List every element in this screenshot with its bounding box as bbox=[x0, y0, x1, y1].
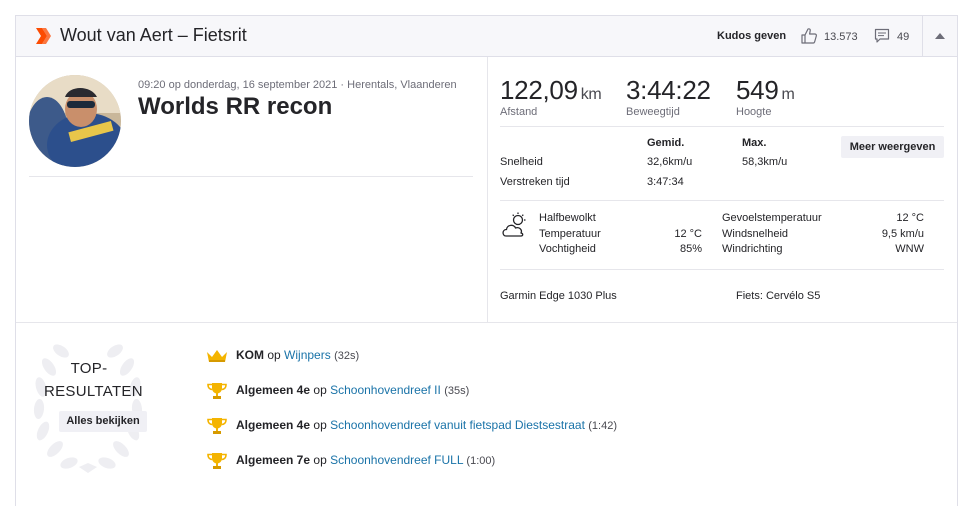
divider bbox=[500, 126, 944, 127]
result-connector: op bbox=[313, 453, 327, 468]
humidity-value: 85% bbox=[679, 243, 702, 255]
result-time: (1:00) bbox=[466, 455, 496, 468]
distance-unit: km bbox=[580, 86, 602, 103]
moving-time-stat: 3:44:22 bbox=[626, 75, 711, 106]
device-name: Garmin Edge 1030 Plus bbox=[500, 290, 617, 302]
result-row: KOM op Wijnpers (32s) bbox=[206, 348, 359, 363]
wind-direction-value: WNW bbox=[895, 243, 924, 255]
comment-icon[interactable] bbox=[874, 28, 890, 44]
top-results-title-line1: TOP- bbox=[70, 360, 108, 377]
thumbs-up-icon[interactable] bbox=[800, 27, 818, 45]
humidity-label: Vochtigheid bbox=[539, 243, 596, 255]
speed-max: 58,3km/u bbox=[742, 156, 788, 168]
result-row: Algemeen 7e op Schoonhovendreef FULL (1:… bbox=[206, 452, 495, 470]
wind-direction-label: Windrichting bbox=[722, 243, 783, 255]
trophy-icon bbox=[207, 453, 227, 469]
wind-speed-label: Windsnelheid bbox=[722, 228, 789, 240]
avg-column-header: Gemid. bbox=[647, 137, 685, 149]
result-time: (1:42) bbox=[588, 420, 618, 433]
elevation-value: 549 bbox=[736, 75, 779, 105]
header-title: Wout van Aert – Fietsrit bbox=[60, 25, 247, 45]
temperature-label: Temperatuur bbox=[539, 228, 601, 240]
result-connector: op bbox=[313, 418, 327, 433]
distance-value: 122,09 bbox=[500, 75, 578, 105]
activity-card: Wout van Aert – Fietsrit Kudos geven 13.… bbox=[15, 15, 958, 506]
distance-stat: 122,09 km bbox=[500, 75, 602, 106]
feels-like-label: Gevoelstemperatuur bbox=[722, 212, 822, 224]
weather-condition: Halfbewolkt bbox=[539, 212, 596, 224]
strava-chevron-icon bbox=[36, 28, 51, 44]
elapsed-time-label: Verstreken tijd bbox=[500, 176, 570, 188]
crown-icon bbox=[207, 349, 227, 362]
segment-link[interactable]: Schoonhovendreef II bbox=[330, 383, 441, 397]
kudos-count[interactable]: 13.573 bbox=[824, 31, 858, 43]
caret-up-icon bbox=[935, 33, 945, 39]
feels-like-value: 12 °C bbox=[896, 212, 924, 224]
show-more-button[interactable]: Meer weergeven bbox=[841, 136, 944, 158]
divider bbox=[16, 322, 957, 323]
top-results-title: TOP- RESULTATEN bbox=[44, 357, 143, 403]
distance-label: Afstand bbox=[500, 106, 538, 118]
wind-speed-value: 9,5 km/u bbox=[881, 228, 924, 240]
elapsed-time-value: 3:47:34 bbox=[647, 176, 684, 188]
athlete-avatar[interactable] bbox=[29, 75, 121, 167]
divider bbox=[500, 269, 944, 270]
divider bbox=[500, 200, 944, 201]
result-row: Algemeen 4e op Schoonhovendreef II (35s) bbox=[206, 382, 469, 400]
elevation-unit: m bbox=[781, 86, 795, 103]
result-achievement: Algemeen 4e bbox=[236, 418, 311, 433]
comment-count[interactable]: 49 bbox=[897, 31, 909, 43]
result-connector: op bbox=[313, 383, 327, 398]
result-achievement: Algemeen 7e bbox=[236, 453, 311, 468]
activity-title[interactable]: Worlds RR recon bbox=[138, 93, 332, 121]
elevation-label: Hoogte bbox=[736, 106, 772, 118]
speed-label: Snelheid bbox=[500, 156, 543, 168]
divider bbox=[29, 176, 473, 177]
activity-meta: 09:20 op donderdag, 16 september 2021 · … bbox=[138, 79, 457, 91]
athlete-photo bbox=[29, 75, 121, 167]
elevation-stat: 549 m bbox=[736, 75, 795, 106]
result-connector: op bbox=[267, 348, 281, 362]
result-time: (35s) bbox=[444, 385, 470, 398]
bike-name[interactable]: Fiets: Cervélo S5 bbox=[736, 290, 820, 302]
result-achievement: Algemeen 4e bbox=[236, 383, 311, 398]
trophy-icon bbox=[207, 383, 227, 399]
moving-time-value: 3:44:22 bbox=[626, 75, 711, 105]
result-row: Algemeen 4e op Schoonhovendreef vanuit f… bbox=[206, 417, 617, 435]
trophy-icon bbox=[207, 418, 227, 434]
result-achievement: KOM bbox=[236, 348, 264, 362]
view-all-results-button[interactable]: Alles bekijken bbox=[59, 411, 147, 432]
temperature-value: 12 °C bbox=[674, 228, 702, 240]
moving-time-label: Beweegtijd bbox=[626, 106, 680, 118]
max-column-header: Max. bbox=[742, 137, 767, 149]
result-time: (32s) bbox=[334, 350, 360, 362]
activity-header: Wout van Aert – Fietsrit Kudos geven 13.… bbox=[16, 16, 957, 57]
speed-avg: 32,6km/u bbox=[647, 156, 693, 168]
segment-link[interactable]: Wijnpers bbox=[284, 348, 331, 362]
collapse-button[interactable] bbox=[922, 16, 957, 57]
segment-link[interactable]: Schoonhovendreef FULL bbox=[330, 453, 463, 467]
segment-link[interactable]: Schoonhovendreef vanuit fietspad Diestse… bbox=[330, 418, 585, 432]
top-results-title-line2: RESULTATEN bbox=[44, 383, 143, 400]
partly-cloudy-icon bbox=[502, 212, 526, 237]
vertical-divider bbox=[487, 57, 488, 322]
give-kudos-button[interactable]: Kudos geven bbox=[717, 30, 786, 42]
